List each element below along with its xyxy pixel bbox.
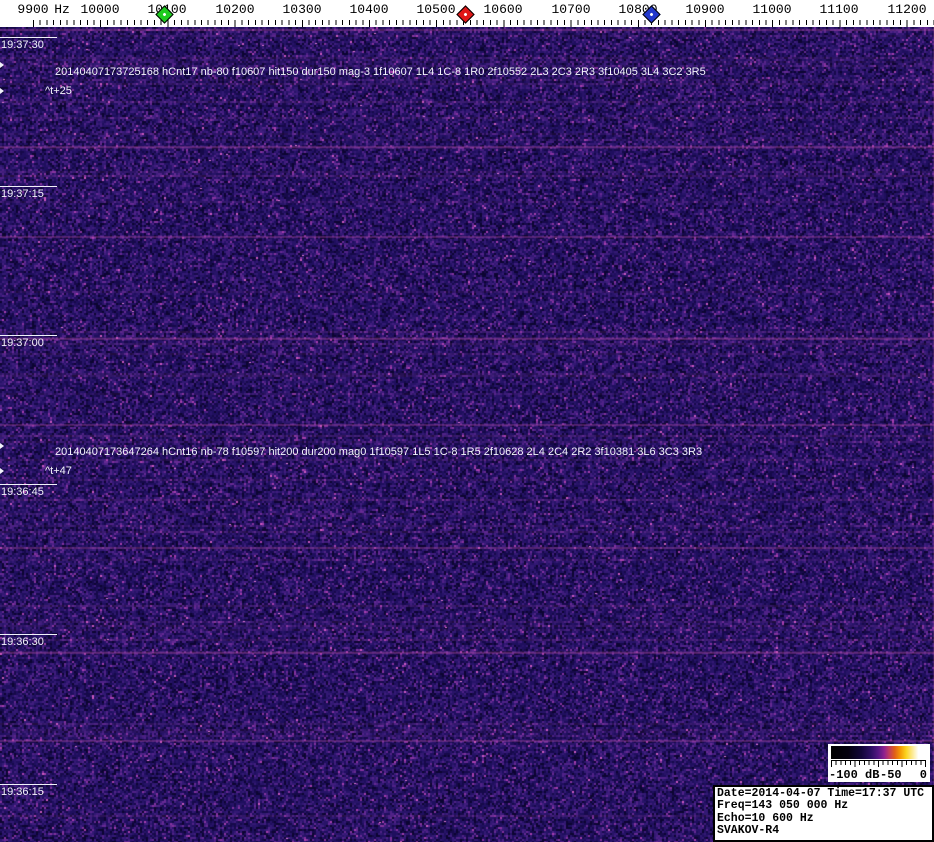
freq-tick: 10300 [282,2,322,17]
colorbar-ruler [831,760,926,767]
colorbar-max-label: 0 [919,768,927,782]
freq-tick: 10200 [215,2,255,17]
freq-tick: 11000 [752,2,792,17]
time-label: 19:36:15 [1,786,44,798]
freq-tick: 11200 [887,2,927,17]
detection-text-2: 20140407173647264 hCnt16 nb-78 f10597 hi… [55,446,703,458]
time-label: 19:37:00 [1,337,44,349]
station-info-box: Date=2014-04-07 Time=17:37 UTC Freq=143 … [713,785,934,842]
time-gridline [0,634,57,635]
waterfall-display [0,27,934,842]
colorbar-min-label: -100 dB [829,768,880,782]
info-frequency: Freq=143 050 000 Hz [717,799,849,813]
freq-tick: 10400 [349,2,389,17]
freq-tick: 9900 [17,2,49,17]
detection-text-1: 20140407173725168 hCnt17 nb-80 f10607 hi… [55,66,706,78]
time-label: 19:37:15 [1,188,44,200]
time-gridline [0,186,57,187]
time-gridline [0,37,57,38]
colorbar-gradient [831,746,926,759]
info-station: SVAKOV-R4 [717,824,780,838]
detection-offset-1: ^t+25 [45,85,72,97]
freq-tick: 10600 [483,2,523,17]
spectrogram-app-window: 9900 Hz 10000 10100 10200 10300 10400 10… [0,0,934,842]
freq-tick: 10700 [551,2,591,17]
freq-tick: 10500 [416,2,456,17]
time-gridline [0,335,57,336]
freq-tick: 10900 [685,2,725,17]
freq-unit-label: Hz [54,2,70,17]
time-gridline [0,784,57,785]
freq-tick: 10000 [80,2,120,17]
time-label: 19:36:45 [1,486,44,498]
time-label: 19:37:30 [1,39,44,51]
time-gridline [0,484,57,485]
colorbar-mid-label: -50 [880,768,902,782]
freq-tick: 11100 [819,2,859,17]
time-label: 19:36:30 [1,636,44,648]
detection-offset-2: ^t+47 [45,465,72,477]
intensity-colorbar: -100 dB -50 0 [828,744,930,782]
